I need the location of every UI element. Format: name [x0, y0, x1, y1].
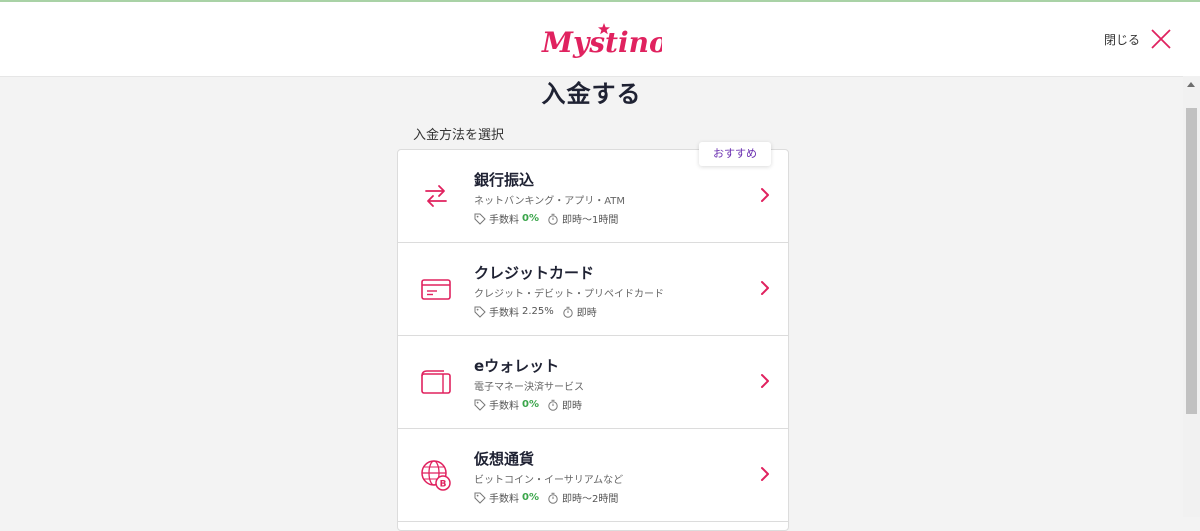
method-row-bank-transfer[interactable]: 銀行振込 ネットバンキング・アプリ・ATM 手数料 0% 即時〜1時間: [398, 150, 788, 243]
fee-label: 手数料: [489, 494, 519, 505]
scroll-up-arrow-icon[interactable]: [1187, 82, 1195, 87]
transfer-arrows-icon: [425, 185, 447, 207]
payment-methods-card: おすすめ 銀行振込 ネットバンキング・アプリ・ATM 手数料 0% 即時〜1時間…: [397, 142, 789, 531]
page-title: 入金する: [541, 80, 642, 108]
fee-value: 0%: [522, 492, 539, 503]
method-title: 銀行振込: [474, 171, 535, 189]
fee-value: 0%: [522, 213, 539, 224]
close-label: 閉じる: [1103, 32, 1140, 47]
chevron-right-icon: [761, 188, 769, 202]
method-meta: 手数料 2.25% 即時: [474, 304, 597, 319]
method-subtitle: 電子マネー決済サービス: [474, 382, 584, 393]
method-row-crypto[interactable]: B 仮想通貨 ビットコイン・イーサリアムなど 手数料 0% 即時〜2時間: [398, 429, 788, 522]
method-title: eウォレット: [474, 357, 560, 375]
method-row-credit-card[interactable]: クレジットカード クレジット・デビット・プリペイドカード 手数料 2.25% 即…: [398, 243, 788, 336]
tag-icon: [474, 306, 486, 318]
fee-label: 手数料: [489, 215, 519, 226]
section-label: 入金方法を選択: [413, 128, 505, 143]
method-subtitle: ビットコイン・イーサリアムなど: [474, 475, 624, 486]
processing-time: 即時〜2時間: [561, 494, 619, 505]
fee-label: 手数料: [489, 401, 519, 412]
timer-icon: [548, 399, 558, 411]
method-subtitle: クレジット・デビット・プリペイドカード: [474, 289, 664, 300]
processing-time: 即時〜1時間: [561, 215, 619, 226]
close-icon: [1151, 29, 1171, 49]
fee-label: 手数料: [489, 308, 519, 319]
chevron-right-icon: [761, 281, 769, 295]
method-title: クレジットカード: [474, 264, 595, 282]
fee-value: 0%: [522, 399, 539, 410]
svg-text:B: B: [440, 480, 447, 490]
tag-icon: [474, 399, 486, 411]
crypto-globe-icon: B: [421, 460, 451, 491]
timer-icon: [548, 492, 558, 504]
method-meta: 手数料 0% 即時: [474, 397, 582, 412]
processing-time: 即時: [576, 308, 597, 319]
tag-icon: [474, 213, 486, 225]
credit-card-icon: [421, 279, 451, 300]
scrollbar-thumb[interactable]: [1186, 108, 1197, 414]
method-meta: 手数料 0% 即時〜2時間: [474, 490, 618, 505]
chevron-right-icon: [761, 374, 769, 388]
fee-value: 2.25%: [522, 306, 554, 317]
timer-icon: [563, 306, 573, 318]
method-title: 仮想通貨: [474, 450, 535, 468]
chevron-right-icon: [761, 467, 769, 481]
scrollbar[interactable]: [1183, 76, 1200, 517]
method-subtitle: ネットバンキング・アプリ・ATM: [474, 196, 626, 207]
processing-time: 即時: [561, 401, 582, 412]
wallet-icon: [421, 370, 451, 394]
method-row-e-wallet[interactable]: eウォレット 電子マネー決済サービス 手数料 0% 即時: [398, 336, 788, 429]
method-meta: 手数料 0% 即時〜1時間: [474, 211, 618, 226]
tag-icon: [474, 492, 486, 504]
close-button[interactable]: 閉じる: [1104, 28, 1172, 50]
header: Mystino 閉じる: [0, 2, 1200, 77]
mystino-logo: Mystino: [541, 23, 662, 59]
timer-icon: [548, 213, 558, 225]
